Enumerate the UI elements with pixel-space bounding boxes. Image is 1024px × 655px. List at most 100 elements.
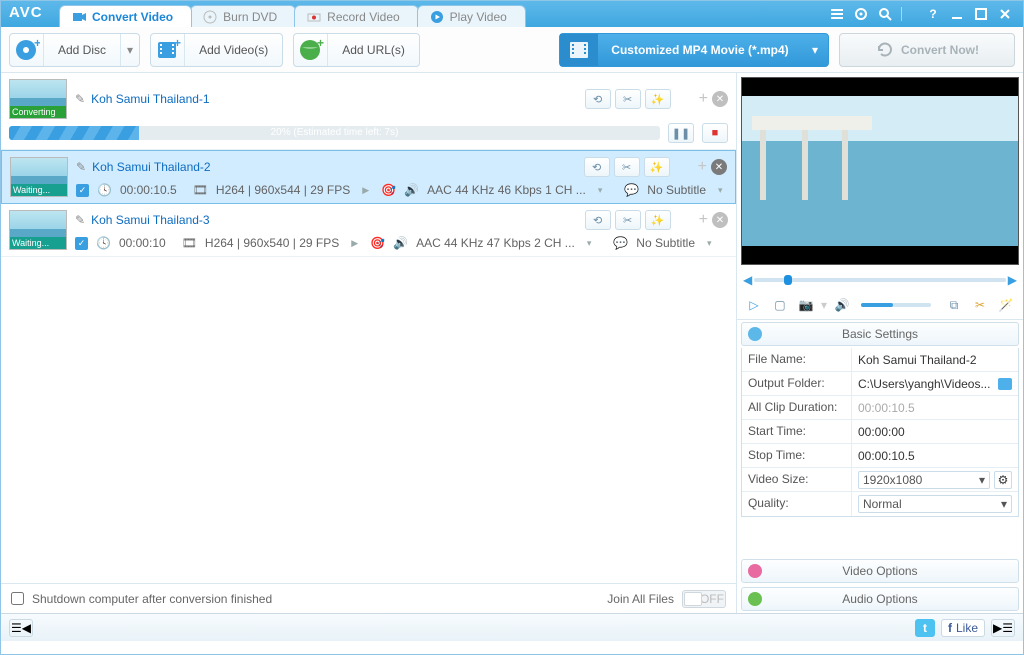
replay-button[interactable]: ⟲	[584, 157, 610, 177]
menu-icon[interactable]	[829, 6, 845, 22]
effects-button[interactable]: ✨	[645, 210, 671, 230]
add-icon[interactable]: +	[699, 90, 708, 108]
replay-button[interactable]: ⟲	[585, 210, 611, 230]
add-disc-button[interactable]: + Add Disc ▾	[9, 33, 140, 67]
cut-button[interactable]: ✂	[615, 89, 641, 109]
item-title: Koh Samui Thailand-3	[91, 213, 210, 227]
volume-icon[interactable]: 🔊	[831, 295, 853, 315]
cut-button[interactable]: ✂	[615, 210, 641, 230]
help-icon[interactable]: ?	[925, 6, 941, 22]
chevron-down-icon[interactable]: ▾	[583, 238, 596, 249]
video-options-header[interactable]: Video Options	[741, 559, 1019, 583]
folder-icon[interactable]	[998, 378, 1012, 390]
window-controls: ?	[819, 1, 1023, 27]
app-logo: AVC	[9, 1, 59, 27]
divider	[901, 7, 917, 21]
item-title: Koh Samui Thailand-1	[91, 92, 210, 106]
output-folder-value[interactable]: C:\Users\yangh\Videos...	[852, 372, 1018, 395]
effects-button[interactable]: ✨	[645, 89, 671, 109]
tab-record-video[interactable]: Record Video	[294, 5, 419, 27]
search-icon[interactable]	[877, 6, 893, 22]
chevron-down-icon[interactable]: ▾	[594, 185, 607, 196]
basic-settings-header[interactable]: Basic Settings	[741, 322, 1019, 346]
video-icon	[748, 564, 762, 578]
audio-options-header[interactable]: Audio Options	[741, 587, 1019, 611]
volume-slider[interactable]	[861, 303, 931, 307]
remove-icon[interactable]: ✕	[711, 159, 727, 175]
shutdown-checkbox[interactable]	[11, 592, 24, 605]
maximize-icon[interactable]	[973, 6, 989, 22]
audio-codec-text: AAC 44 KHz 47 Kbps 2 CH ...	[416, 236, 575, 250]
stop-button[interactable]: ▢	[769, 295, 791, 315]
gear-icon[interactable]: ⚙	[994, 471, 1012, 489]
tab-burn-dvd[interactable]: Burn DVD	[190, 5, 296, 27]
globe-add-icon: +	[294, 34, 328, 66]
start-marker-icon[interactable]: ◀	[743, 273, 752, 287]
playhead[interactable]	[784, 275, 792, 285]
snapshot-button[interactable]: 📷	[795, 295, 817, 315]
list-item[interactable]: Waiting... ✎ Koh Samui Thailand-3 ⟲ ✂ ✨	[1, 204, 736, 257]
preview-pane[interactable]	[741, 77, 1019, 265]
file-name-value[interactable]: Koh Samui Thailand-2	[852, 348, 1018, 371]
chevron-right-icon[interactable]: ▶	[347, 238, 362, 249]
stop-button[interactable]: ■	[702, 123, 728, 143]
add-videos-button[interactable]: + Add Video(s)	[150, 33, 283, 67]
setting-key: All Clip Duration:	[742, 396, 852, 419]
video-icon	[72, 10, 86, 24]
filmstrip-icon: 🎞	[182, 236, 197, 250]
join-files-toggle[interactable]: OFF	[682, 590, 726, 608]
twitter-button[interactable]: t	[915, 619, 935, 637]
chevron-down-icon[interactable]: ▾	[703, 238, 716, 249]
edit-icon[interactable]: ✎	[76, 160, 86, 174]
crop-button[interactable]: ⧉	[943, 295, 965, 315]
quality-select[interactable]: Normal▾	[858, 495, 1012, 513]
section-title: Basic Settings	[842, 327, 918, 341]
video-size-select[interactable]: 1920x1080▾	[858, 471, 990, 489]
button-label: Add Video(s)	[185, 43, 282, 57]
dropdown-icon[interactable]: ▾	[120, 34, 139, 66]
play-icon	[430, 10, 444, 24]
facebook-like-button[interactable]: fLike	[941, 619, 985, 637]
edit-icon[interactable]: ✎	[75, 213, 85, 227]
magic-button[interactable]: 🪄	[995, 295, 1017, 315]
list-item[interactable]: Waiting... ✎ Koh Samui Thailand-2 ⟲ ✂ ✨	[1, 150, 736, 204]
checkbox-icon[interactable]: ✓	[76, 184, 89, 197]
end-marker-icon[interactable]: ▶	[1008, 273, 1017, 287]
stop-time-value[interactable]: 00:00:10.5	[852, 444, 1018, 467]
remove-icon[interactable]: ✕	[712, 212, 728, 228]
dropdown-icon[interactable]: ▾	[802, 43, 828, 57]
start-time-value[interactable]: 00:00:00	[852, 420, 1018, 443]
join-files-label: Join All Files	[607, 592, 674, 606]
add-icon[interactable]: +	[699, 211, 708, 229]
chevron-down-icon[interactable]: ▾	[821, 298, 827, 312]
panel-right-button[interactable]: ▶☰	[991, 619, 1015, 637]
edit-icon[interactable]: ✎	[75, 92, 85, 106]
setting-key: Quality:	[742, 492, 852, 516]
shutdown-label: Shutdown computer after conversion finis…	[32, 592, 272, 606]
pause-button[interactable]: ❚❚	[668, 123, 694, 143]
setting-key: File Name:	[742, 348, 852, 371]
play-button[interactable]: ▷	[743, 295, 765, 315]
list-item[interactable]: Converting ✎ Koh Samui Thailand-1 ⟲ ✂ ✨ …	[1, 73, 736, 150]
preview-timeline[interactable]: ◀ ▶	[737, 269, 1023, 291]
tab-convert-video[interactable]: Convert Video	[59, 5, 192, 27]
panel-left-button[interactable]: ☰◀	[9, 619, 33, 637]
output-profile-selector[interactable]: Customized MP4 Movie (*.mp4) ▾	[559, 33, 829, 67]
close-icon[interactable]	[997, 6, 1013, 22]
tab-play-video[interactable]: Play Video	[417, 5, 526, 27]
convert-now-button[interactable]: Convert Now!	[839, 33, 1015, 67]
add-icon[interactable]: +	[698, 158, 707, 176]
settings-icon[interactable]	[853, 6, 869, 22]
chevron-down-icon[interactable]: ▾	[714, 185, 727, 196]
status-badge: Waiting...	[11, 184, 67, 196]
remove-icon[interactable]: ✕	[712, 91, 728, 107]
checkbox-icon[interactable]: ✓	[75, 237, 88, 250]
minimize-icon[interactable]	[949, 6, 965, 22]
chevron-right-icon[interactable]: ▶	[358, 185, 373, 196]
cut-button[interactable]: ✂	[614, 157, 640, 177]
progress-bar: 20% (Estimated time left: 7s)	[9, 126, 660, 140]
add-urls-button[interactable]: + Add URL(s)	[293, 33, 420, 67]
effects-button[interactable]: ✨	[644, 157, 670, 177]
trim-button[interactable]: ✂	[969, 295, 991, 315]
replay-button[interactable]: ⟲	[585, 89, 611, 109]
